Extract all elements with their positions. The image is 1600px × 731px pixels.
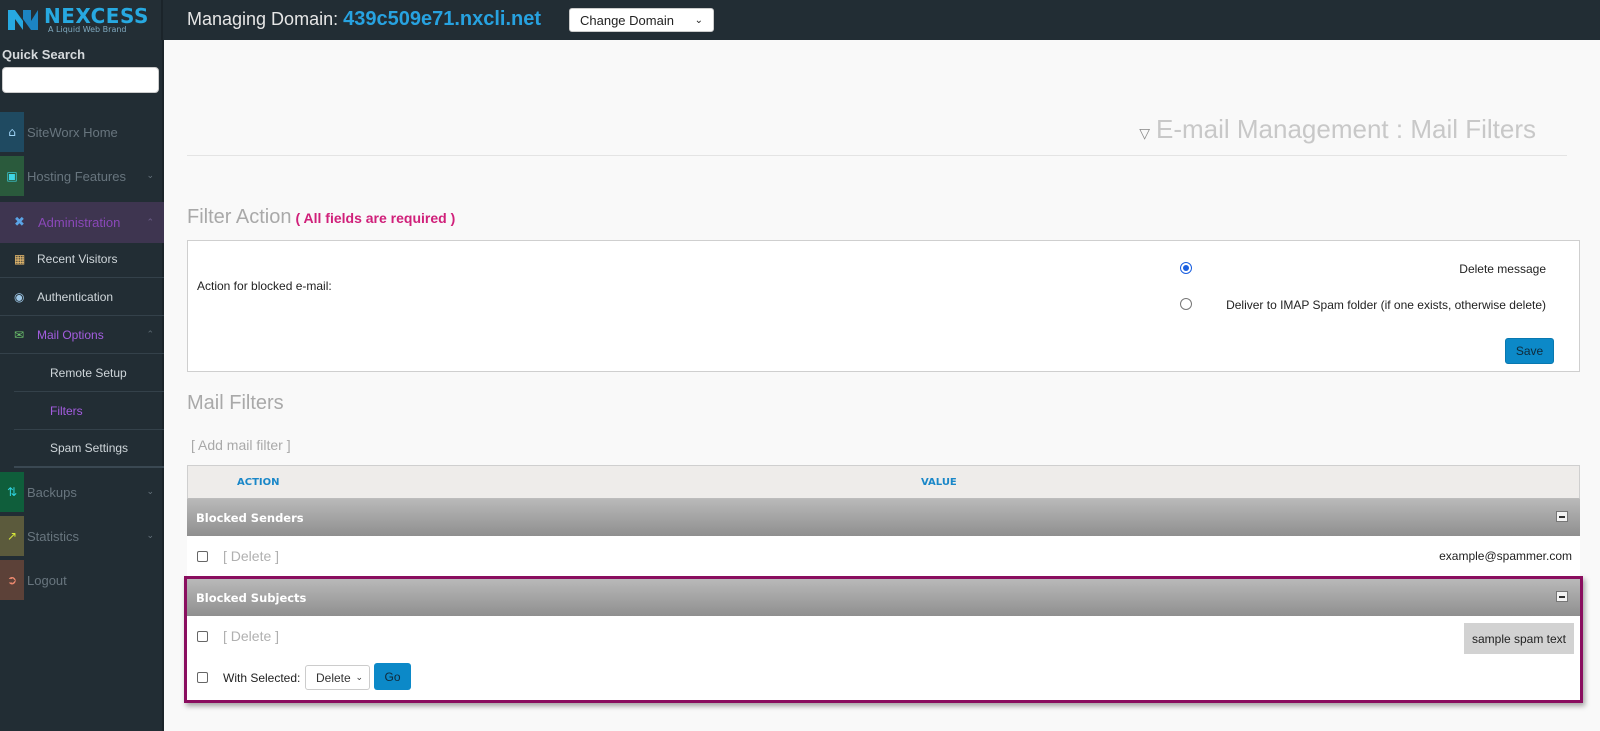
sidebar-item-label: Spam Settings bbox=[50, 441, 129, 455]
mail-filters-heading: Mail Filters bbox=[187, 392, 284, 414]
filter-value: sample spam text bbox=[1464, 623, 1574, 654]
logo[interactable]: NEXCESS A Liquid Web Brand bbox=[0, 0, 163, 40]
quick-search-input[interactable] bbox=[2, 67, 159, 93]
collapse-icon[interactable] bbox=[1556, 591, 1568, 602]
group-name: Blocked Senders bbox=[196, 510, 304, 525]
with-selected-row: With Selected: Delete ⌄ Go bbox=[187, 656, 1580, 700]
sidebar-item-label: Logout bbox=[27, 572, 67, 588]
blocked-subjects-highlight: Blocked Subjects [ Delete ] sample spam … bbox=[184, 576, 1583, 703]
sidebar-item-label: Hosting Features bbox=[27, 168, 126, 184]
group-blocked-senders: Blocked Senders bbox=[187, 499, 1580, 536]
table-row: [ Delete ] example@spammer.com bbox=[187, 536, 1580, 576]
sidebar-item-label: Filters bbox=[50, 403, 83, 418]
group-blocked-subjects: Blocked Subjects bbox=[187, 579, 1580, 616]
chevron-down-icon: ⌄ bbox=[146, 487, 154, 497]
chevron-up-icon: ⌃ bbox=[146, 217, 154, 228]
filter-value: example@spammer.com bbox=[1439, 549, 1572, 563]
chevron-down-icon: ⌄ bbox=[694, 14, 703, 26]
brand-tagline: A Liquid Web Brand bbox=[48, 25, 127, 34]
group-name: Blocked Subjects bbox=[196, 590, 307, 605]
mail-filters-table: ACTION VALUE Blocked Senders [ Delete ] … bbox=[184, 465, 1583, 703]
delete-link[interactable]: [ Delete ] bbox=[223, 628, 279, 644]
filter-action-panel: Action for blocked e-mail: Delete messag… bbox=[187, 240, 1580, 372]
go-button[interactable]: Go bbox=[374, 663, 411, 690]
monitor-icon: ▣ bbox=[0, 156, 24, 196]
chevron-down-icon: ⌄ bbox=[146, 531, 154, 541]
sidebar-item-label: Recent Visitors bbox=[37, 251, 118, 266]
chevron-down-icon: ⌄ bbox=[355, 672, 363, 682]
sidebar-item-label: Authentication bbox=[37, 289, 114, 304]
action-field-label: Action for blocked e-mail: bbox=[197, 279, 332, 293]
visitors-icon: ▦ bbox=[14, 251, 26, 266]
sidebar-item-label: SiteWorx Home bbox=[27, 124, 118, 140]
domain-name: 439c509e71.nxcli.net bbox=[343, 8, 542, 30]
select-all-checkbox[interactable] bbox=[197, 672, 208, 683]
filter-action-heading: Filter Action( All fields are required ) bbox=[187, 206, 456, 228]
brand-name: NEXCESS bbox=[44, 4, 149, 28]
save-button[interactable]: Save bbox=[1505, 338, 1554, 364]
sidebar-item-mail-options[interactable]: ✉ Mail Options ⌃ bbox=[0, 316, 164, 354]
chart-icon: ↗ bbox=[0, 516, 24, 556]
change-domain-select[interactable]: Change Domain ⌄ bbox=[569, 8, 714, 32]
quick-search-label: Quick Search bbox=[2, 47, 86, 62]
row-checkbox[interactable] bbox=[197, 630, 208, 642]
logout-icon: ➲ bbox=[0, 560, 24, 600]
add-mail-filter-link[interactable]: [ Add mail filter ] bbox=[191, 437, 291, 453]
delete-link[interactable]: [ Delete ] bbox=[223, 548, 279, 564]
managing-label: Managing Domain: bbox=[187, 9, 339, 29]
sidebar-item-siteworx-home[interactable]: ⌂ SiteWorx Home bbox=[0, 110, 164, 154]
sidebar-item-label: Administration bbox=[38, 215, 121, 230]
sidebar-item-statistics[interactable]: ↗ Statistics ⌄ bbox=[0, 514, 164, 558]
home-icon: ⌂ bbox=[0, 112, 24, 152]
with-selected-label: With Selected: bbox=[223, 671, 301, 685]
managing-domain: Managing Domain: 439c509e71.nxcli.net bbox=[187, 8, 541, 31]
title-divider bbox=[187, 155, 1567, 156]
sidebar-item-label: Statistics bbox=[27, 528, 80, 544]
tools-icon: ✖ bbox=[14, 215, 25, 230]
sidebar-item-authentication[interactable]: ◉ Authentication bbox=[0, 278, 164, 316]
required-note: ( All fields are required ) bbox=[295, 210, 456, 226]
sidebar-item-backups[interactable]: ⇅ Backups ⌄ bbox=[0, 470, 164, 514]
sidebar-item-logout[interactable]: ➲ Logout bbox=[0, 558, 164, 602]
backup-icon: ⇅ bbox=[0, 472, 24, 512]
sidebar-item-label: Backups bbox=[27, 484, 77, 500]
page-title: ▽ E-mail Management : Mail Filters bbox=[1139, 114, 1536, 144]
table-row: [ Delete ] sample spam text bbox=[187, 616, 1580, 656]
nexcess-logo-icon bbox=[6, 7, 40, 33]
collapse-icon[interactable] bbox=[1556, 511, 1568, 522]
column-value[interactable]: VALUE bbox=[921, 477, 957, 488]
lock-icon: ◉ bbox=[14, 289, 25, 304]
filter-icon: ▽ bbox=[1139, 125, 1150, 141]
radio-deliver-imap-spam[interactable] bbox=[1180, 298, 1192, 310]
sidebar-item-label: Remote Setup bbox=[50, 365, 127, 380]
chevron-down-icon: ⌄ bbox=[146, 171, 154, 181]
option-label-delete: Delete message bbox=[1459, 262, 1546, 276]
column-action[interactable]: ACTION bbox=[237, 477, 280, 488]
change-domain-value: Change Domain bbox=[580, 12, 674, 28]
mail-globe-icon: ✉ bbox=[14, 327, 25, 342]
sidebar-item-hosting-features[interactable]: ▣ Hosting Features ⌄ bbox=[0, 154, 164, 198]
option-label-imap: Deliver to IMAP Spam folder (if one exis… bbox=[1226, 298, 1546, 312]
sidebar-item-administration[interactable]: ✖ Administration ⌃ bbox=[0, 202, 164, 243]
bulk-action-select[interactable]: Delete ⌄ bbox=[305, 665, 370, 690]
bulk-action-value: Delete bbox=[316, 670, 351, 685]
radio-delete-message[interactable] bbox=[1180, 262, 1192, 274]
sidebar-item-spam-settings[interactable]: Spam Settings bbox=[14, 430, 164, 468]
sidebar-item-filters[interactable]: Filters bbox=[14, 392, 164, 430]
sidebar-item-remote-setup[interactable]: Remote Setup bbox=[14, 354, 164, 392]
table-header: ACTION VALUE bbox=[187, 465, 1580, 499]
sidebar-item-recent-visitors[interactable]: ▦ Recent Visitors bbox=[0, 240, 164, 278]
sidebar: Quick Search ⌂ SiteWorx Home ▣ Hosting F… bbox=[0, 40, 164, 731]
sidebar-item-label: Mail Options bbox=[37, 327, 104, 342]
top-bar: NEXCESS A Liquid Web Brand Managing Doma… bbox=[0, 0, 1600, 40]
chevron-up-icon: ⌃ bbox=[146, 329, 154, 340]
row-checkbox[interactable] bbox=[197, 550, 208, 562]
